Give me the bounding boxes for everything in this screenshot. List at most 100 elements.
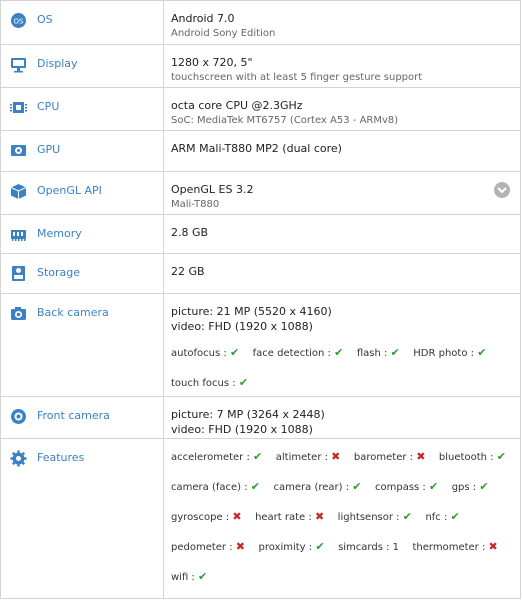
cpu-chip-icon [10, 99, 27, 116]
label-cell: OpenGL API [1, 172, 164, 214]
label-cell: OS OS [1, 1, 164, 44]
storage-drive-icon [10, 265, 27, 282]
label-cell: CPU [1, 88, 164, 130]
feature-label: heart rate : [255, 512, 312, 523]
feature-label: accelerometer : [171, 452, 250, 463]
cross-icon: ✖ [488, 540, 498, 553]
check-icon: ✔ [477, 346, 487, 359]
feature-label: pedometer : [171, 542, 233, 553]
row-cpu: CPU octa core CPU @2.3GHz SoC: MediaTek … [1, 87, 521, 130]
check-icon: ✔ [253, 450, 263, 463]
svg-text:OS: OS [14, 18, 25, 26]
check-icon: ✔ [479, 480, 489, 493]
row-label: Front camera [37, 409, 110, 422]
feature-nfc: nfc : ✔ [425, 502, 459, 532]
opengl-version: OpenGL ES 3.2 [171, 183, 254, 196]
row-label: Display [37, 57, 78, 70]
feature-compass: compass : ✔ [375, 472, 438, 502]
row-label: GPU [37, 143, 61, 156]
row-opengl: OpenGL API OpenGL ES 3.2 Mali-T880 [1, 171, 521, 214]
cross-icon: ✖ [235, 540, 245, 553]
os-edition: Android Sony Edition [171, 28, 276, 39]
feature-label: nfc : [425, 512, 448, 523]
label-cell: Back camera [1, 294, 164, 396]
feature-label: barometer : [353, 452, 414, 463]
feature-simcards: simcards : 1 [338, 533, 399, 562]
cpu-speed: octa core CPU @2.3GHz [171, 99, 303, 112]
value-cell: picture: 21 MP (5520 x 4160) video: FHD … [171, 304, 513, 398]
feature-label: camera (rear) : [273, 482, 350, 493]
check-icon: ✔ [402, 510, 412, 523]
opengl-renderer: Mali-T880 [171, 199, 220, 210]
check-icon: ✔ [198, 570, 208, 583]
value-cell: 22 GB [171, 264, 513, 279]
row-label: Features [37, 451, 85, 464]
feature-lightsensor: lightsensor : ✔ [338, 502, 412, 532]
row-label: Storage [37, 266, 81, 279]
camera-feature-hdr: HDR photo : ✔ [413, 338, 486, 368]
value-cell: Android 7.0 Android Sony Edition [171, 11, 513, 41]
front-camera-icon [10, 408, 27, 425]
cross-icon: ✖ [331, 450, 341, 463]
value-cell: 2.8 GB [171, 225, 513, 240]
check-icon: ✔ [496, 450, 506, 463]
display-touch: touchscreen with at least 5 finger gestu… [171, 72, 423, 83]
feature-heart-rate: heart rate : ✖ [255, 502, 324, 532]
cross-icon: ✖ [314, 510, 325, 523]
label-cell: Features [1, 439, 164, 598]
front-camera-video: video: FHD (1920 x 1088) [171, 423, 313, 436]
back-camera-video: video: FHD (1920 x 1088) [171, 320, 313, 333]
os-version: Android 7.0 [171, 12, 235, 25]
feature-altimeter: altimeter : ✖ [276, 442, 341, 472]
label-cell: Front camera [1, 397, 164, 438]
cube-icon [10, 183, 27, 200]
row-front-camera: Front camera picture: 7 MP (3264 x 2448)… [1, 396, 521, 438]
row-label: OpenGL API [37, 184, 102, 197]
feature-label: gps : [451, 482, 477, 493]
os-icon: OS [10, 12, 27, 29]
storage-size: 22 GB [171, 265, 205, 278]
check-icon: ✔ [428, 480, 439, 493]
row-label: OS [37, 13, 53, 26]
label-cell: Storage [1, 254, 164, 293]
feature-camera-rear: camera (rear) : ✔ [274, 472, 362, 502]
camera-feature-autofocus: autofocus : ✔ [171, 338, 239, 368]
cross-icon: ✖ [232, 510, 242, 523]
gear-icon [10, 450, 27, 467]
feature-barometer: barometer : ✖ [354, 442, 426, 472]
check-icon: ✔ [450, 510, 460, 523]
value-cell: ARM Mali-T880 MP2 (dual core) [171, 141, 513, 156]
features-list: accelerometer : ✔ altimeter : ✖ baromete… [171, 442, 513, 592]
back-camera-picture: picture: 21 MP (5520 x 4160) [171, 305, 332, 318]
gpu-card-icon [10, 142, 27, 159]
feature-label: flash : [356, 348, 388, 359]
feature-gyroscope: gyroscope : ✖ [171, 502, 242, 532]
row-os: OS OS Android 7.0 Android Sony Edition [1, 1, 521, 44]
label-cell: Display [1, 45, 164, 87]
feature-label: thermometer : [412, 542, 486, 553]
row-label: Back camera [37, 306, 109, 319]
check-icon: ✔ [352, 480, 362, 493]
feature-label: altimeter : [275, 452, 328, 463]
feature-label: touch focus : [171, 378, 236, 389]
feature-label: lightsensor : [337, 512, 400, 523]
row-label: CPU [37, 100, 60, 113]
check-icon: ✔ [390, 346, 400, 359]
cross-icon: ✖ [416, 450, 426, 463]
memory-module-icon [10, 226, 27, 243]
feature-label: wifi : [171, 572, 195, 583]
chevron-down-icon[interactable] [494, 182, 510, 198]
row-storage: Storage 22 GB [1, 253, 521, 293]
label-cell: Memory [1, 215, 164, 253]
feature-wifi: wifi : ✔ [171, 562, 207, 592]
specs-table: OS OS Android 7.0 Android Sony Edition D… [0, 0, 521, 599]
feature-label: bluetooth : [438, 452, 494, 463]
row-gpu: GPU ARM Mali-T880 MP2 (dual core) [1, 130, 521, 171]
camera-feature-flash: flash : ✔ [357, 338, 400, 368]
feature-label: face detection : [252, 348, 331, 359]
check-icon: ✔ [238, 376, 249, 389]
front-camera-picture: picture: 7 MP (3264 x 2448) [171, 408, 325, 421]
feature-label: camera (face) : [171, 482, 248, 493]
value-cell: picture: 7 MP (3264 x 2448) video: FHD (… [171, 407, 513, 437]
check-icon: ✔ [334, 346, 344, 359]
